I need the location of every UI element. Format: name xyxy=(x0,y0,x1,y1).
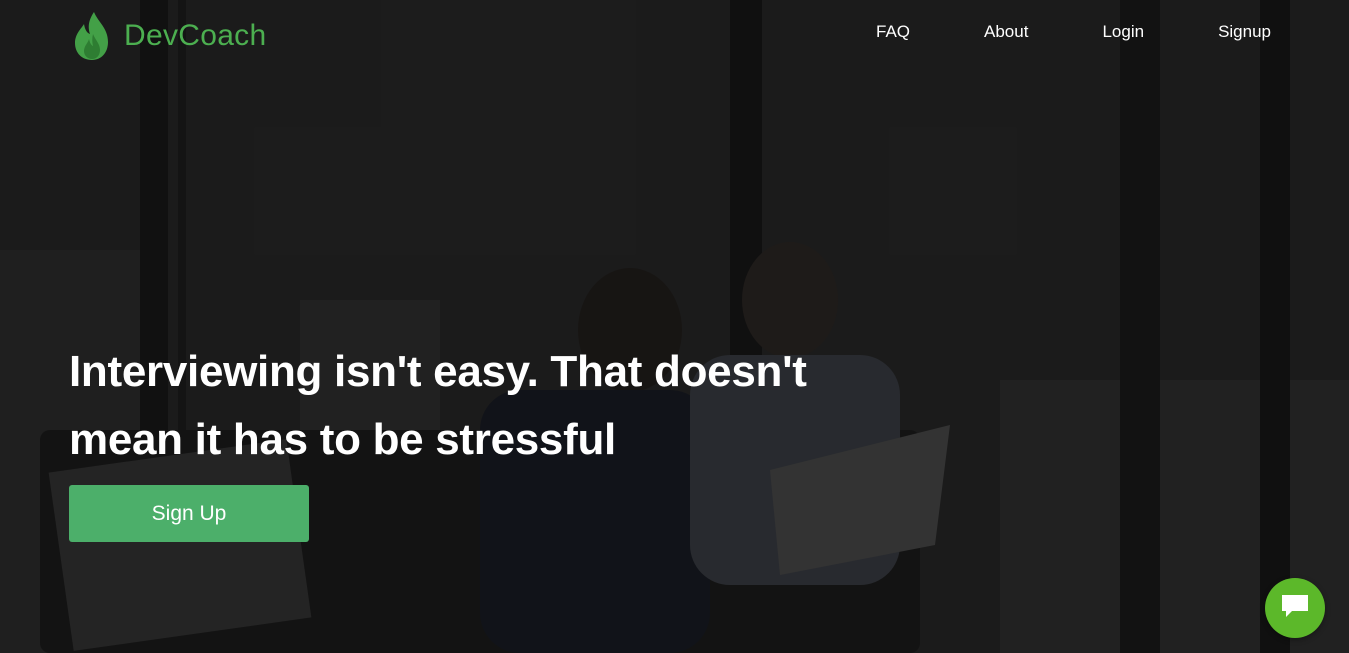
nav-link-login[interactable]: Login xyxy=(1102,22,1144,42)
brand-name: DevCoach xyxy=(124,19,267,52)
nav-links: FAQ About Login Signup xyxy=(876,22,1271,42)
hero-overlay xyxy=(0,0,1349,653)
nav-link-about[interactable]: About xyxy=(984,22,1028,42)
hero-headline: Interviewing isn't easy. That doesn't me… xyxy=(69,347,807,464)
hero-section: DevCoach FAQ About Login Signup Intervie… xyxy=(0,0,1349,653)
chat-bubble-icon xyxy=(1280,593,1310,624)
chat-widget-button[interactable] xyxy=(1265,578,1325,638)
nav-link-signup[interactable]: Signup xyxy=(1218,22,1271,42)
nav-link-faq[interactable]: FAQ xyxy=(876,22,910,42)
sign-up-button[interactable]: Sign Up xyxy=(69,485,309,542)
flame-icon xyxy=(72,10,112,62)
brand-logo-link[interactable]: DevCoach xyxy=(72,10,266,62)
navbar: DevCoach FAQ About Login Signup xyxy=(0,0,1349,70)
